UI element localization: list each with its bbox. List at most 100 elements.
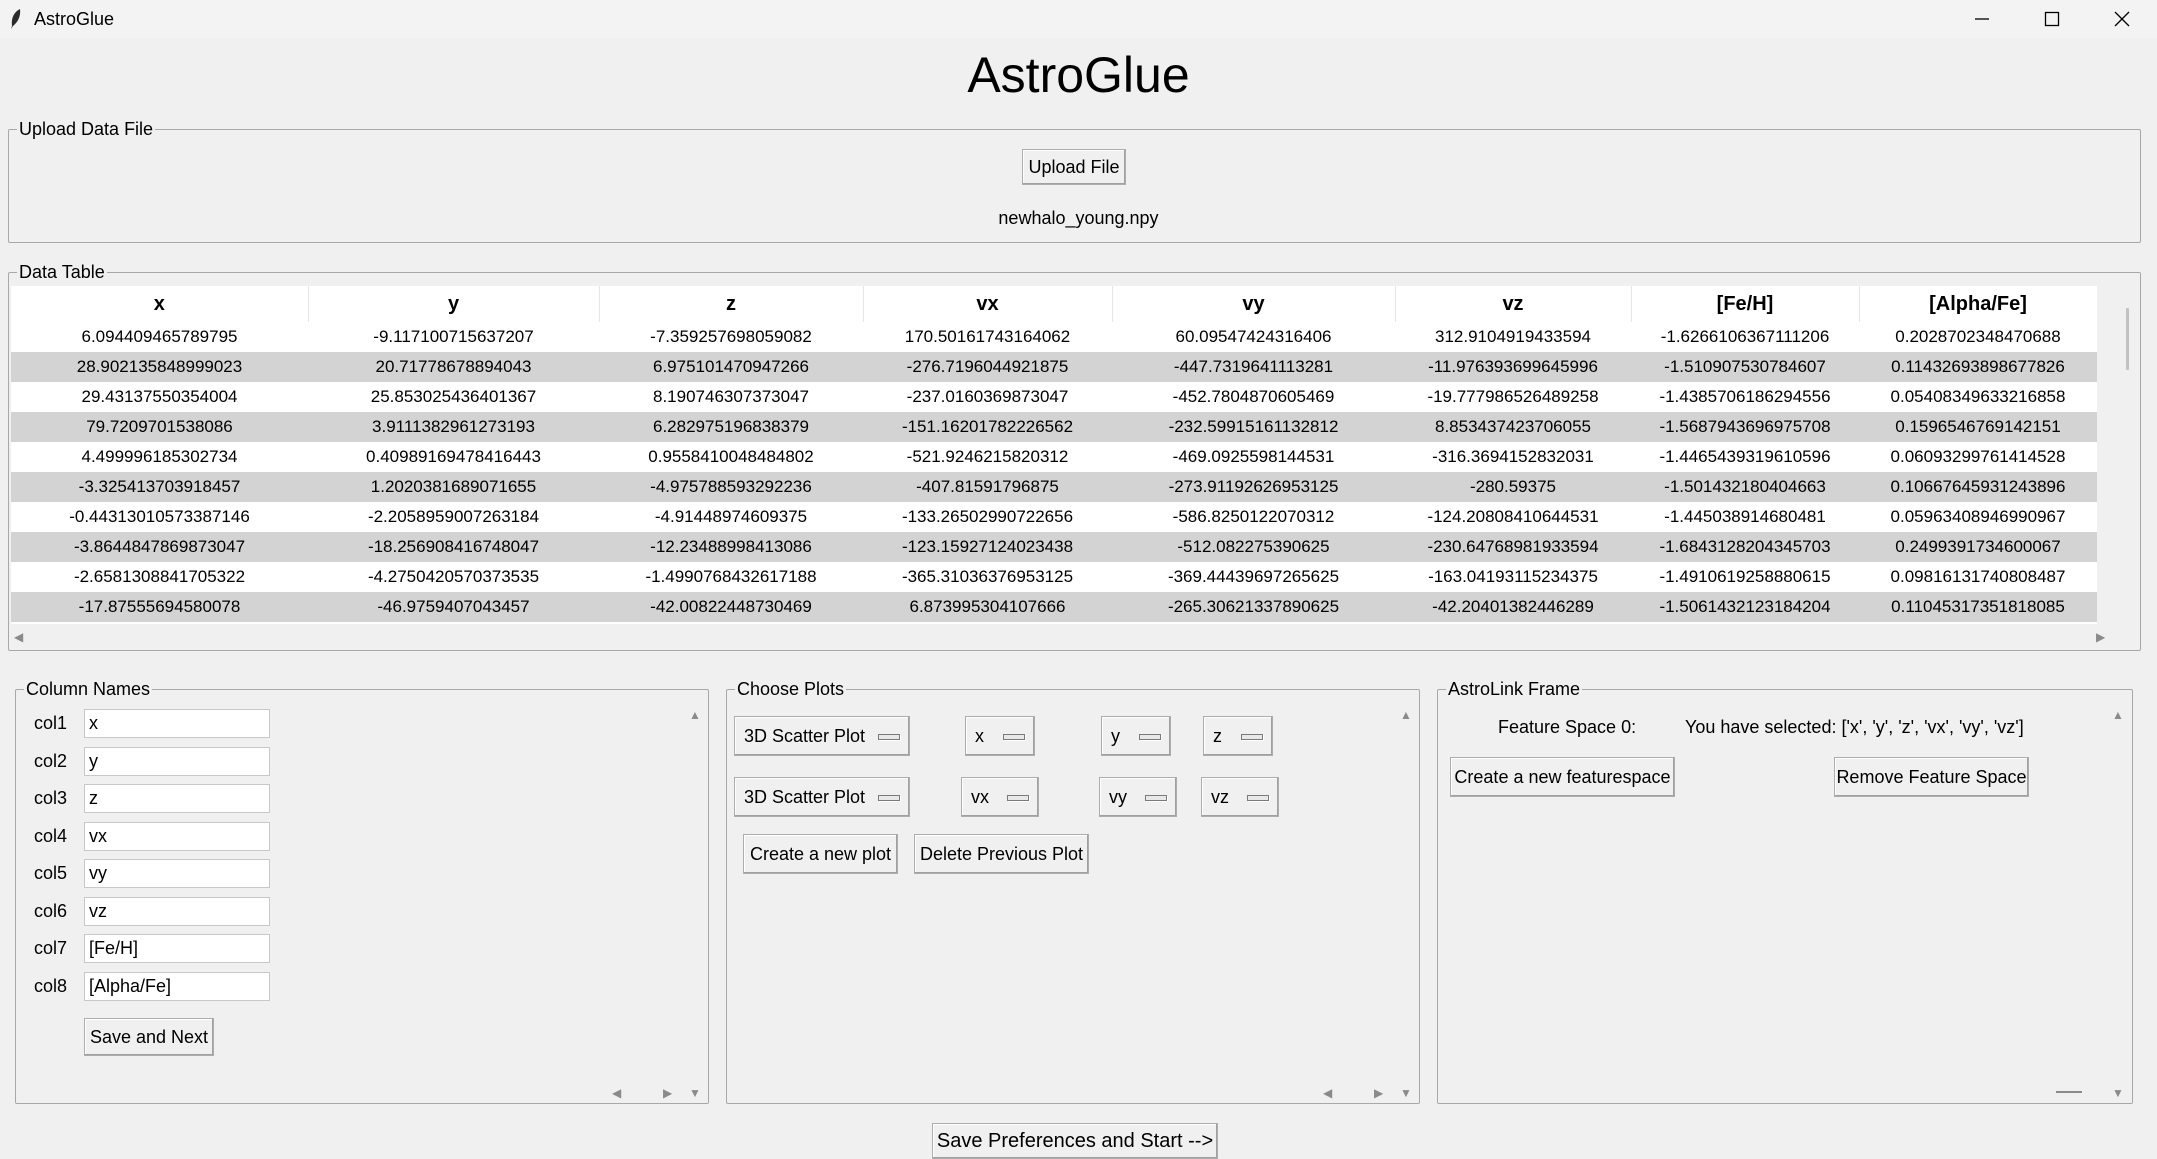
column-header[interactable]: vx (863, 286, 1113, 322)
z-axis-menu[interactable]: vz (1201, 777, 1279, 817)
scroll-right-icon[interactable]: ▶ (1374, 1086, 1383, 1100)
maximize-button[interactable] (2017, 0, 2087, 38)
scroll-up-icon[interactable]: ▲ (689, 708, 701, 722)
scroll-left-icon[interactable]: ◀ (14, 630, 23, 644)
table-cell: 6.975101470947266 (599, 352, 863, 382)
save-and-next-button[interactable]: Save and Next (84, 1018, 214, 1056)
scroll-right-icon[interactable]: ▶ (663, 1086, 672, 1100)
column-name-input[interactable]: z (84, 784, 270, 813)
table-cell: -469.0925598144531 (1172, 447, 1335, 466)
column-name-input[interactable]: vz (84, 896, 270, 926)
table-row[interactable]: 6.094409465789795 -9.117100715637207 -7.35… (11, 322, 2097, 352)
y-axis-menu[interactable]: y (1101, 716, 1171, 756)
table-row[interactable]: 4.499996185302734 0.40989169478416443 0.95… (11, 442, 2097, 472)
column-header[interactable]: y (308, 286, 600, 322)
column-header[interactable]: vz (1395, 286, 1632, 322)
dropdown-indicator-icon (878, 734, 900, 740)
table-row[interactable]: -3.8644847869873047 -18.256908416748047 -1… (11, 532, 2097, 562)
scrollbar-thumb[interactable] (2126, 308, 2129, 370)
table-cell: -2.6581308841705322 (73, 567, 246, 586)
horizontal-scrollbar-thumb[interactable] (2056, 1091, 2082, 1093)
minimize-icon (1975, 18, 1989, 20)
column-name-input[interactable]: [Fe/H] (84, 934, 270, 963)
table-cell: 3.9111382961273193 (308, 412, 599, 442)
x-axis-menu[interactable]: vx (961, 777, 1039, 817)
table-cell: -586.8250122070312 (1172, 507, 1335, 526)
menu-value: z (1213, 725, 1222, 746)
data-table[interactable]: x y z vx vy vz [Fe/H] [Alpha/Fe] 6.094409465789… (11, 286, 2097, 624)
table-cell: -1.501432180404663 (1631, 472, 1859, 502)
astrolink-frame: AstroLink Frame (1437, 678, 2133, 1104)
table-cell: -1.4385706186294556 (1659, 387, 1831, 406)
table-row[interactable]: -17.87555694580078 -46.9759407043457 -42.0… (11, 592, 2097, 622)
app-heading: AstroGlue (967, 47, 1190, 103)
scroll-down-icon[interactable]: ▼ (689, 1086, 701, 1100)
scroll-right-icon[interactable]: ▶ (2096, 630, 2105, 644)
table-cell: -4.2750420570373535 (367, 567, 540, 586)
scroll-up-icon[interactable]: ▲ (2112, 708, 2124, 722)
scroll-left-icon[interactable]: ◀ (1323, 1086, 1332, 1100)
create-featurespace-button[interactable]: Create a new featurespace (1450, 757, 1675, 797)
menu-value: x (975, 725, 984, 746)
table-cell: 8.853437423706055 (1395, 412, 1631, 442)
save-preferences-start-button[interactable]: Save Preferences and Start --> (932, 1123, 1218, 1159)
table-cell: 20.71778678894043 (308, 352, 599, 382)
table-cell: 0.11432693898677826 (1859, 352, 2097, 382)
plot-type-menu[interactable]: 3D Scatter Plot (734, 716, 910, 756)
column-header[interactable]: [Fe/H] (1631, 286, 1860, 322)
menu-value: vz (1211, 786, 1229, 807)
scroll-up-icon[interactable]: ▲ (1400, 708, 1412, 722)
table-cell: -42.20401382446289 (1395, 592, 1631, 622)
column-header[interactable]: x (11, 286, 309, 322)
column-name-input[interactable]: vx (84, 821, 270, 851)
x-axis-menu[interactable]: x (965, 716, 1035, 756)
table-cell: -1.4910619258880615 (1659, 567, 1831, 586)
table-cell: 0.2028702348470688 (1895, 327, 2061, 346)
table-cell: -0.44313010573387146 (69, 507, 250, 526)
y-axis-menu[interactable]: vy (1099, 777, 1177, 817)
column-name-input[interactable]: x (84, 709, 270, 738)
table-row[interactable]: -2.6581308841705322 -4.2750420570373535 -1… (11, 562, 2097, 592)
table-cell: 0.10667645931243896 (1859, 472, 2097, 502)
column-header[interactable]: z (599, 286, 864, 322)
column-name-input[interactable]: vy (84, 859, 270, 888)
table-cell: -273.91192626953125 (1112, 472, 1395, 502)
menu-value: y (1111, 725, 1120, 746)
table-row[interactable]: -3.325413703918457 1.2020381689071655 -4.9… (11, 472, 2097, 502)
minimize-button[interactable] (1947, 0, 2017, 38)
scroll-down-icon[interactable]: ▼ (1400, 1086, 1412, 1100)
remove-feature-space-button[interactable]: Remove Feature Space (1834, 757, 2029, 797)
scroll-down-icon[interactable]: ▼ (2112, 1086, 2124, 1100)
table-row[interactable]: -0.44313010573387146 -2.2058959007263184 -… (11, 502, 2097, 532)
table-cell: -163.04193115234375 (1428, 567, 1598, 586)
column-header[interactable]: vy (1112, 286, 1396, 322)
table-cell: 0.40989169478416443 (366, 447, 541, 466)
z-axis-menu[interactable]: z (1203, 716, 1273, 756)
dropdown-indicator-icon (1139, 734, 1161, 740)
table-row[interactable]: 79.7209701538086 3.9111382961273193 6.2829… (11, 412, 2097, 442)
table-vertical-scrollbar[interactable] (2118, 286, 2136, 624)
upload-file-button[interactable]: Upload File (1022, 149, 1126, 185)
column-name-label: col4 (34, 825, 68, 846)
table-row[interactable]: 28.902135848999023 20.71778678894043 6.975… (11, 352, 2097, 382)
astrolink-legend: AstroLink Frame (1446, 678, 1583, 700)
column-header[interactable]: [Alpha/Fe] (1859, 286, 2097, 322)
delete-previous-plot-button[interactable]: Delete Previous Plot (914, 834, 1089, 874)
table-cell: -237.0160369873047 (906, 387, 1069, 406)
table-cell: 4.499996185302734 (81, 447, 238, 466)
create-new-plot-button[interactable]: Create a new plot (743, 834, 898, 874)
table-cell: 60.09547424316406 (1175, 327, 1332, 346)
table-cell: -151.16201782226562 (863, 412, 1112, 442)
close-button[interactable] (2087, 0, 2157, 38)
table-cell: -124.20808410644531 (1427, 507, 1599, 526)
table-cell: -42.00822448730469 (599, 592, 863, 622)
scroll-left-icon[interactable]: ◀ (612, 1086, 621, 1100)
selection-summary: You have selected: ['x', 'y', 'z', 'vx',… (1685, 717, 2024, 737)
menu-value: vx (971, 786, 989, 807)
column-name-input[interactable]: [Alpha/Fe] (84, 971, 270, 1001)
column-name-label: col3 (34, 788, 68, 808)
plot-type-menu[interactable]: 3D Scatter Plot (734, 777, 910, 817)
column-name-input[interactable]: y (84, 746, 270, 776)
column-name-label: col5 (34, 863, 68, 883)
table-row[interactable]: 29.43137550354004 25.853025436401367 8.190… (11, 382, 2097, 412)
